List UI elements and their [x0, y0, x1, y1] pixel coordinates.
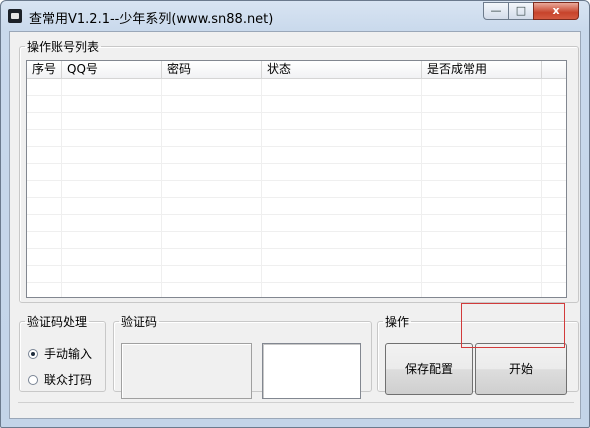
minimize-button[interactable]: —	[483, 2, 509, 20]
captcha-handling-legend: 验证码处理	[27, 315, 88, 329]
radio-manual-label[interactable]: 手动输入	[44, 346, 92, 362]
close-button[interactable]: x	[533, 2, 579, 20]
radio-lianzhong-label[interactable]: 联众打码	[44, 372, 92, 388]
column-header-common[interactable]: 是否成常用	[422, 61, 542, 78]
radio-unselected-icon[interactable]	[28, 375, 38, 385]
column-divider	[421, 79, 422, 297]
column-header-qq[interactable]: QQ号	[62, 61, 162, 78]
column-header-index[interactable]: 序号	[27, 61, 62, 78]
account-listview[interactable]: 序号 QQ号 密码 状态 是否成常用	[26, 60, 567, 298]
captcha-legend: 验证码	[121, 315, 158, 329]
title-bar[interactable]: 查常用V1.2.1--少年系列(www.sn88.net) — □ x	[1, 1, 589, 31]
operations-group: 操作 保存配置 开始	[377, 313, 579, 395]
window-title: 查常用V1.2.1--少年系列(www.sn88.net)	[29, 12, 274, 27]
app-window: 查常用V1.2.1--少年系列(www.sn88.net) — □ x 操作账号…	[0, 0, 590, 428]
listview-header: 序号 QQ号 密码 状态 是否成常用	[27, 61, 566, 79]
column-divider	[541, 79, 542, 297]
captcha-group: 验证码	[113, 313, 372, 399]
start-button[interactable]: 开始	[475, 343, 567, 395]
captcha-image[interactable]	[121, 343, 252, 399]
radio-lianzhong[interactable]: 联众打码	[28, 372, 108, 388]
status-bar	[18, 402, 574, 418]
client-area: 操作账号列表 序号 QQ号 密码 状态 是否成常用 验证码处理 手动输入 联众打…	[9, 31, 581, 419]
column-divider	[161, 79, 162, 297]
column-header-status[interactable]: 状态	[262, 61, 422, 78]
maximize-button[interactable]: □	[508, 2, 534, 20]
listview-rows[interactable]	[27, 79, 566, 297]
radio-selected-icon[interactable]	[28, 349, 38, 359]
save-config-button[interactable]: 保存配置	[385, 343, 473, 395]
operations-legend: 操作	[385, 315, 410, 329]
column-header-password[interactable]: 密码	[162, 61, 262, 78]
captcha-handling-group: 验证码处理 手动输入 联众打码	[19, 313, 106, 392]
radio-manual-input[interactable]: 手动输入	[28, 346, 108, 362]
column-divider	[261, 79, 262, 297]
app-icon[interactable]	[8, 9, 22, 23]
account-list-legend: 操作账号列表	[27, 40, 100, 54]
column-divider	[61, 79, 62, 297]
captcha-input[interactable]	[262, 343, 361, 399]
